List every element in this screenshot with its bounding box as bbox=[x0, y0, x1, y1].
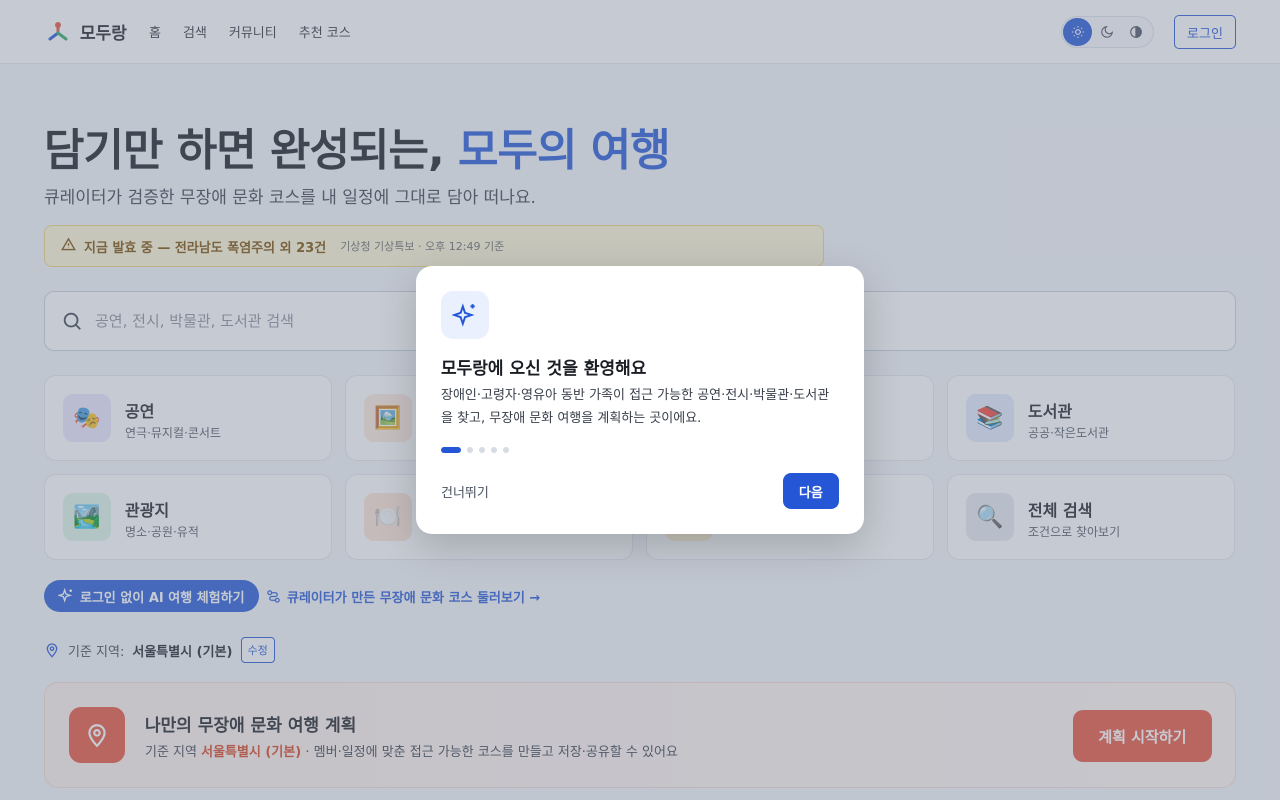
modal-text: 장애인·고령자·영유아 동반 가족이 접근 가능한 공연·전시·박물관·도서관을… bbox=[441, 388, 830, 426]
welcome-modal: 모두랑에 오신 것을 환영해요 장애인·고령자·영유아 동반 가족이 접근 가능… bbox=[416, 266, 864, 534]
step-dot-2 bbox=[467, 447, 473, 453]
step-dot-1 bbox=[441, 447, 461, 453]
step-dot-5 bbox=[503, 447, 509, 453]
sparkle-icon bbox=[441, 291, 489, 339]
step-dot-4 bbox=[491, 447, 497, 453]
skip-button[interactable]: 건너뛰기 bbox=[441, 482, 489, 501]
step-dot-3 bbox=[479, 447, 485, 453]
next-button[interactable]: 다음 bbox=[783, 473, 839, 509]
step-indicator bbox=[441, 447, 509, 453]
modal-title: 모두랑에 오신 것을 환영해요 bbox=[441, 359, 647, 379]
